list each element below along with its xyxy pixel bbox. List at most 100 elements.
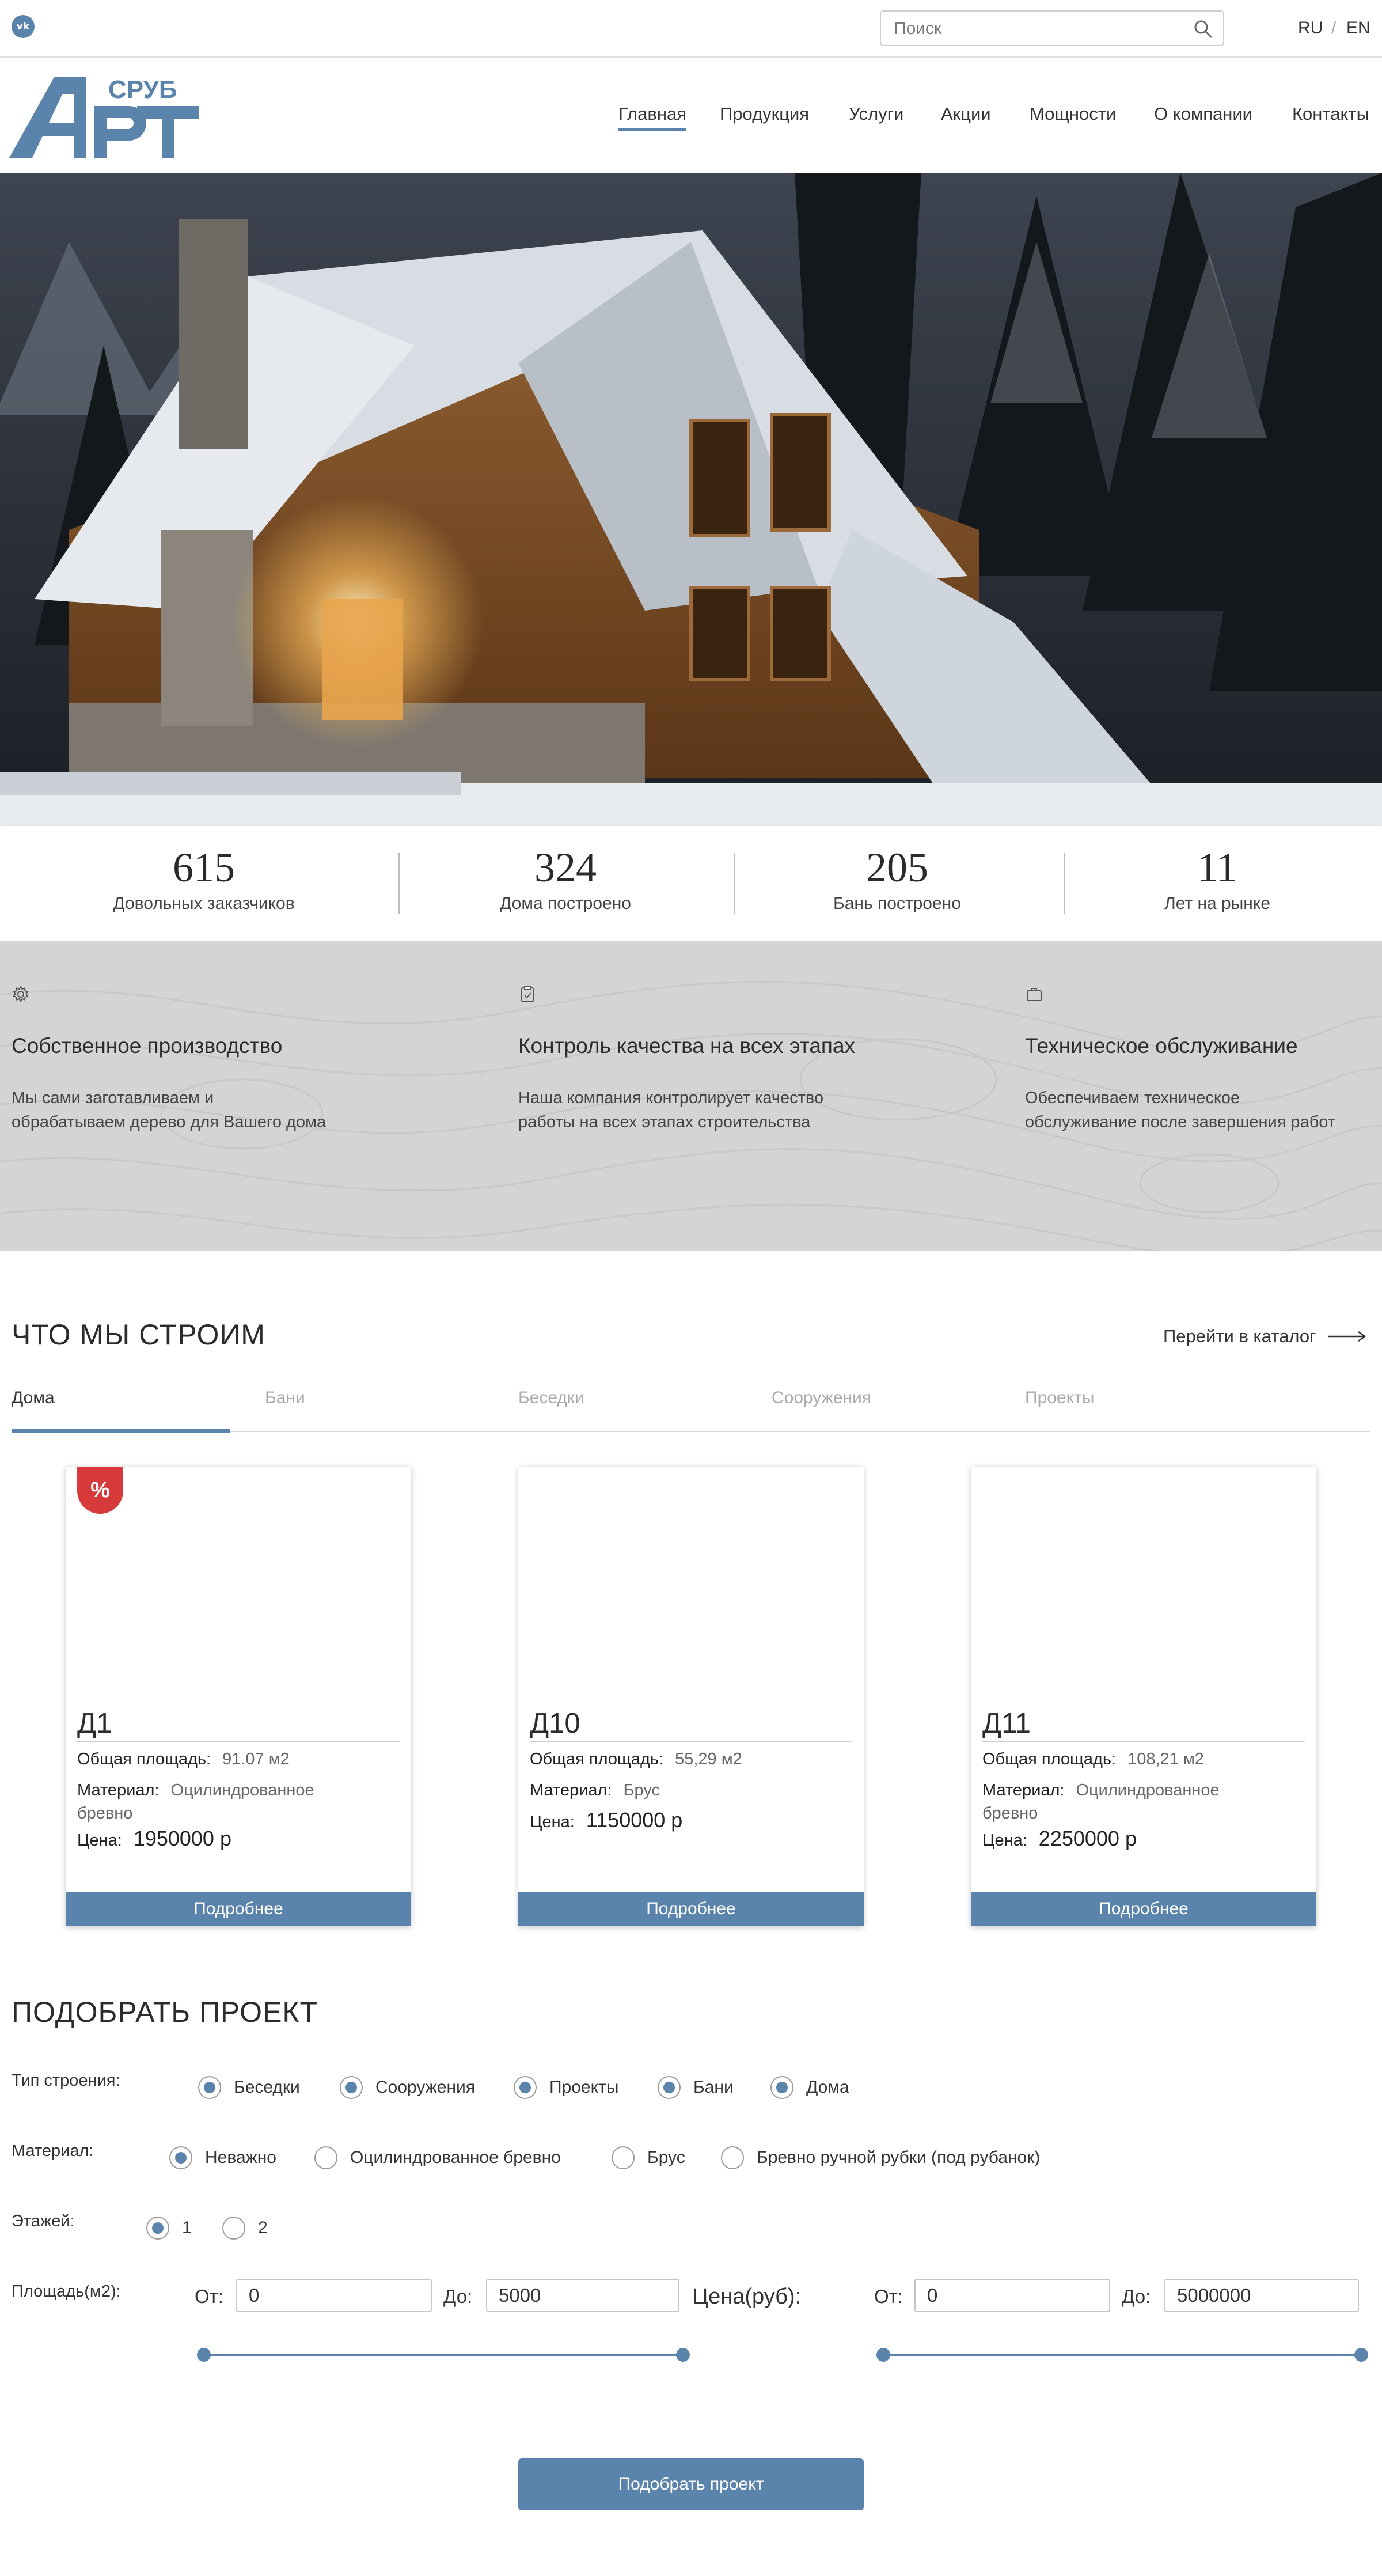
area-from-input[interactable] [236, 2279, 432, 2312]
radio-button[interactable] [612, 2146, 635, 2169]
radio-button[interactable] [169, 2146, 192, 2169]
product-card[interactable]: Д10 Общая площадь: 55,29 м2 Материал: Брус… [518, 1467, 864, 1926]
product-card[interactable]: Д11 Общая площадь: 108,21 м2 Материал: Оци… [971, 1467, 1316, 1926]
area-min-handle[interactable] [197, 2348, 211, 2362]
price-to-input[interactable] [1164, 2279, 1359, 2312]
divider [398, 853, 400, 914]
tab-saunas[interactable]: Бани [265, 1388, 305, 1408]
price-to-label: До: [1122, 2286, 1151, 2307]
radio-button[interactable] [222, 2217, 245, 2240]
features-section: Собственное производство Мы сами заготав… [0, 941, 1382, 1251]
lang-ru-link[interactable]: RU [1298, 18, 1323, 38]
radio-button[interactable] [314, 2146, 337, 2169]
catalog-link[interactable]: Перейти в каталог [1163, 1326, 1366, 1347]
checkbox[interactable] [514, 2076, 537, 2099]
details-button[interactable]: Подробнее [971, 1892, 1316, 1926]
radio-button[interactable] [146, 2217, 169, 2240]
tab-gazebos[interactable]: Беседки [518, 1388, 584, 1408]
material-option-rounded-log[interactable]: Оцилиндрованное бревно [314, 2146, 561, 2169]
tab-projects[interactable]: Проекты [1025, 1388, 1094, 1408]
hero-image [0, 173, 1382, 826]
tab-houses[interactable]: Дома [12, 1388, 55, 1408]
search-icon[interactable] [1193, 19, 1213, 39]
stat-value: 615 [173, 844, 235, 891]
price-from-input[interactable] [914, 2279, 1110, 2312]
nav-home[interactable]: Главная [618, 104, 686, 131]
type-option-projects[interactable]: Проекты [514, 2076, 618, 2099]
material-option-timber[interactable]: Брус [612, 2146, 685, 2169]
clipboard-check-icon [521, 986, 534, 1002]
feature-title: Контроль качества на всех этапах [518, 1034, 856, 1058]
details-button[interactable]: Подробнее [66, 1892, 411, 1926]
stat-saunas: 205 Бань построено [736, 847, 1058, 914]
product-area: Общая площадь: 55,29 м2 [530, 1750, 742, 1768]
radio-button[interactable] [721, 2146, 744, 2169]
checkbox[interactable] [198, 2076, 221, 2099]
material-option-any[interactable]: Неважно [169, 2146, 276, 2169]
feature-quality: Контроль качества на всех этапах Наша ко… [518, 985, 875, 1134]
search-input[interactable] [894, 18, 1182, 39]
area-label: Площадь(м2): [12, 2282, 121, 2301]
type-option-houses[interactable]: Дома [770, 2076, 849, 2099]
price-min-handle[interactable] [876, 2348, 890, 2362]
area-max-handle[interactable] [676, 2348, 690, 2362]
feature-text: Мы сами заготавливаем и обрабатываем дере… [12, 1089, 326, 1131]
stat-value: 205 [866, 844, 928, 891]
nav-about[interactable]: О компании [1154, 104, 1252, 124]
details-button[interactable]: Подробнее [518, 1892, 864, 1926]
checkbox[interactable] [658, 2076, 681, 2099]
top-bar: vk RU / EN [0, 0, 1382, 58]
stat-label: Бань построено [833, 894, 961, 913]
price-range-slider[interactable] [883, 2354, 1361, 2356]
price-max-handle[interactable] [1354, 2348, 1368, 2362]
nav-promotions[interactable]: Акции [941, 104, 991, 124]
nav-contacts[interactable]: Контакты [1292, 104, 1369, 124]
feature-maintenance: Техническое обслуживание Обеспечиваем те… [1025, 985, 1382, 1134]
logo-text: СРУБ [108, 75, 177, 104]
gear-icon [13, 986, 29, 1002]
find-project-button[interactable]: Подобрать проект [518, 2458, 864, 2510]
lang-en-link[interactable]: EN [1346, 18, 1370, 38]
area-to-label: До: [443, 2286, 473, 2307]
lang-separator: / [1331, 18, 1337, 37]
nav-capacities[interactable]: Мощности [1030, 104, 1116, 124]
stat-houses: 324 Дома построено [404, 847, 727, 914]
product-card[interactable]: % Д1 Общая площадь: 91.07 м2 Материал: Оци… [66, 1467, 411, 1926]
tab-structures[interactable]: Сооружения [772, 1388, 871, 1408]
section-title-build: ЧТО МЫ СТРОИМ [12, 1319, 265, 1351]
product-price: Цена: 1950000 р [77, 1827, 231, 1850]
checkbox[interactable] [340, 2076, 363, 2099]
type-option-gazebos[interactable]: Беседки [198, 2076, 300, 2099]
product-price: Цена: 2250000 р [982, 1827, 1137, 1850]
price-label: Цена(руб): [692, 2285, 802, 2309]
floors-option-2[interactable]: 2 [222, 2217, 268, 2240]
stat-value: 324 [534, 844, 597, 891]
area-to-input[interactable] [486, 2279, 679, 2312]
material-option-hand-cut-log[interactable]: Бревно ручной рубки (под рубанок) [721, 2146, 1040, 2169]
vk-icon[interactable]: vk [12, 15, 35, 38]
area-range-slider[interactable] [204, 2354, 683, 2356]
price-from-label: От: [874, 2286, 903, 2307]
nav-products[interactable]: Продукция [720, 104, 809, 124]
floors-option-1[interactable]: 1 [146, 2217, 192, 2240]
feature-text: Наша компания контролирует качество работ… [518, 1089, 824, 1131]
material-label: Материал: [12, 2142, 94, 2160]
feature-text: Обеспечиваем техническое обслуживание пос… [1025, 1089, 1336, 1131]
product-name: Д10 [530, 1707, 852, 1742]
type-option-saunas[interactable]: Бани [658, 2076, 734, 2099]
product-price: Цена: 1150000 р [530, 1808, 683, 1832]
arrow-right-icon [1328, 1331, 1366, 1342]
nav-services[interactable]: Услуги [849, 104, 903, 124]
floors-label: Этажей: [12, 2212, 75, 2230]
feature-production: Собственное производство Мы сами заготав… [12, 985, 369, 1134]
logo[interactable]: СРУБ [9, 71, 199, 164]
search-box [880, 10, 1224, 46]
stat-label: Довольных заказчиков [113, 894, 295, 913]
type-option-structures[interactable]: Сооружения [340, 2076, 475, 2099]
stats-bar: 615 Довольных заказчиков 324 Дома постро… [0, 826, 1382, 941]
catalog-link-label: Перейти в каталог [1163, 1326, 1316, 1346]
stat-label: Дома построено [500, 894, 631, 913]
feature-title: Техническое обслуживание [1025, 1034, 1298, 1058]
section-title-selector: ПОДОБРАТЬ ПРОЕКТ [12, 1996, 318, 2028]
checkbox[interactable] [770, 2076, 793, 2099]
